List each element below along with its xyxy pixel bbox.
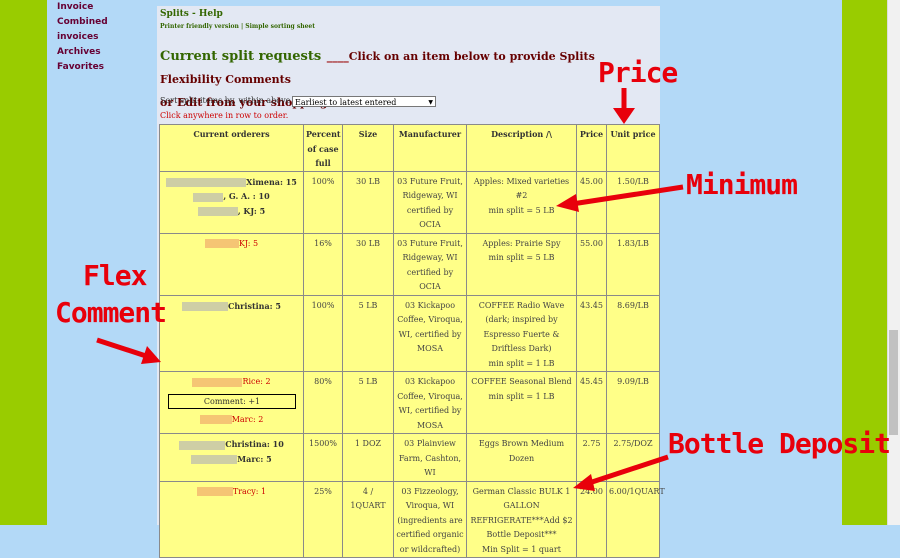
arrow-left-icon xyxy=(556,184,684,212)
arrow-right-icon xyxy=(96,337,161,364)
min-split-text: Min Split = 1 quart xyxy=(482,544,561,554)
annotation-arrows xyxy=(96,88,684,491)
arrow-left-icon xyxy=(573,454,669,491)
arrow-down-icon xyxy=(613,88,635,124)
